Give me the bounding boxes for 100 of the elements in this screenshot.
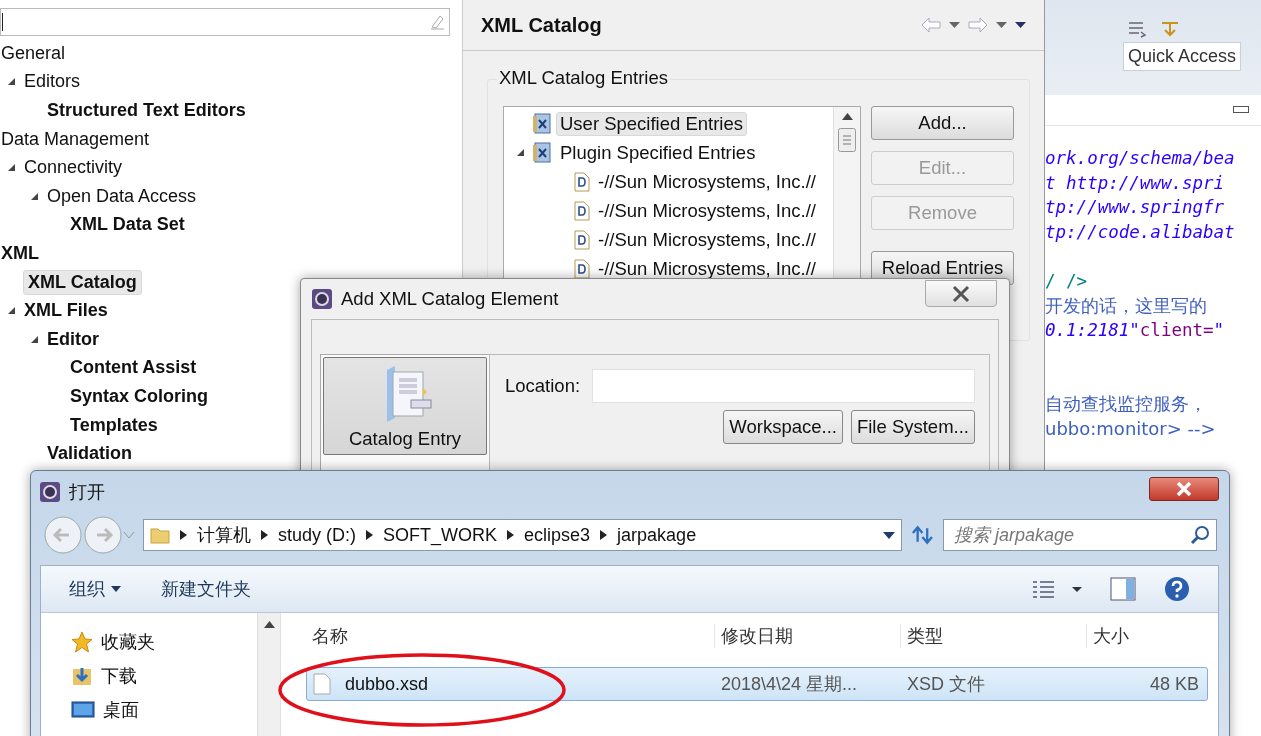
browse-button[interactable]: File System... xyxy=(850,410,975,444)
dtd-file-icon xyxy=(574,200,590,221)
app-icon xyxy=(39,481,61,503)
tree-item[interactable]: XML Catalog xyxy=(23,269,142,295)
file-cell-text: XSD 文件 xyxy=(906,673,986,696)
chevron-icon[interactable] xyxy=(180,530,187,540)
tree-item[interactable]: Validation xyxy=(46,441,138,467)
file-row[interactable]: dubbo.xsd 2018\4\24 星期... XSD 文件 48 KB xyxy=(306,667,1208,701)
dtd-file-icon xyxy=(574,258,590,279)
column-header[interactable]: 类型 xyxy=(900,624,1086,648)
catalog-entry[interactable]: -//Sun Microsystems, Inc.// xyxy=(594,227,820,252)
location-label: Location: xyxy=(505,375,581,397)
dropdown-icon[interactable] xyxy=(949,22,960,28)
search-icon[interactable] xyxy=(1190,525,1210,545)
tree-item[interactable]: Connectivity xyxy=(23,155,128,181)
catalog-entry[interactable]: User Specified Entries xyxy=(556,111,748,136)
scroll-up-icon[interactable] xyxy=(263,621,275,628)
dtd-file-icon xyxy=(574,229,590,250)
code-line: 0.1:2181"client=" xyxy=(1045,319,1226,343)
close-icon[interactable] xyxy=(950,284,972,303)
view-options-icon[interactable] xyxy=(1032,579,1082,599)
organize-menu[interactable]: 组织 xyxy=(69,577,121,601)
catalog-entry[interactable]: -//Sun Microsystems, Inc.// xyxy=(594,256,820,281)
expanded-arrow-icon[interactable] xyxy=(7,306,16,316)
desktop-icon xyxy=(71,700,95,720)
file-cell-text: 2018\4\24 星期... xyxy=(720,673,859,696)
address-bar[interactable]: 计算机 study (D:) SOFT_WORK eclipse3 jarpakage xyxy=(143,519,903,551)
tree-item[interactable]: XML Files xyxy=(23,298,113,324)
close-button[interactable] xyxy=(925,280,997,307)
view-menu-icon[interactable] xyxy=(1015,22,1026,28)
column-header[interactable]: 名称 xyxy=(306,624,714,648)
close-button[interactable] xyxy=(1149,477,1219,501)
download-folder-icon xyxy=(71,665,93,687)
location-field[interactable] xyxy=(592,369,975,403)
chevron-icon[interactable] xyxy=(507,530,515,540)
minimize-icon[interactable] xyxy=(1233,106,1249,114)
tree-item[interactable]: Editor xyxy=(46,326,104,352)
quick-access-field[interactable]: Quick Access xyxy=(1122,42,1241,71)
close-icon[interactable] xyxy=(1174,481,1194,497)
column-header[interactable]: 修改日期 xyxy=(714,624,900,648)
help-icon[interactable] xyxy=(1164,576,1190,602)
tree-item[interactable]: General xyxy=(0,40,71,66)
column-header[interactable]: 大小 xyxy=(1086,624,1206,648)
catalog-icon xyxy=(532,141,552,164)
catalog-entry[interactable]: Plugin Specified Entries xyxy=(556,140,760,165)
sidebar-item[interactable]: 收藏夹 xyxy=(101,630,155,654)
tree-item[interactable]: XML xyxy=(0,240,44,266)
refresh-icon[interactable] xyxy=(910,523,935,547)
dropdown-icon[interactable] xyxy=(996,22,1007,28)
browse-button[interactable]: Workspace... xyxy=(723,410,843,444)
catalog-entry[interactable]: -//Sun Microsystems, Inc.// xyxy=(594,198,820,223)
scroll-up-icon[interactable] xyxy=(841,113,853,120)
expanded-arrow-icon[interactable] xyxy=(30,334,39,344)
chevron-icon[interactable] xyxy=(600,530,608,540)
code-line: tp://www.springfr xyxy=(1045,196,1226,220)
breadcrumb[interactable]: jarpakage xyxy=(617,524,697,546)
code-line: t http://www.spri xyxy=(1045,171,1226,195)
app-icon xyxy=(311,288,333,310)
tree-item[interactable]: Templates xyxy=(69,412,163,438)
preview-pane-icon[interactable] xyxy=(1110,577,1136,601)
sidebar-item[interactable]: 桌面 xyxy=(103,698,139,722)
caret-icon[interactable] xyxy=(111,586,121,592)
catalog-icon xyxy=(532,112,552,135)
expanded-arrow-icon[interactable] xyxy=(30,191,39,201)
toolbar-icon[interactable] xyxy=(1127,20,1149,38)
dropdown-icon[interactable] xyxy=(883,531,896,539)
star-icon xyxy=(71,631,93,653)
folder-icon xyxy=(150,525,170,545)
file-icon xyxy=(313,673,331,695)
code-line: / /> xyxy=(1045,270,1089,294)
expanded-arrow-icon[interactable] xyxy=(7,77,16,87)
tree-item[interactable]: Structured Text Editors xyxy=(46,98,251,123)
breadcrumb[interactable]: 计算机 xyxy=(197,523,251,547)
chevron-icon[interactable] xyxy=(261,530,268,540)
code-line: tp://code.alibabat xyxy=(1045,221,1236,245)
sidebar-item[interactable]: 下载 xyxy=(101,664,137,688)
file-name: dubbo.xsd xyxy=(345,673,429,695)
chevron-icon[interactable] xyxy=(366,530,373,540)
type-item[interactable]: Catalog Entry xyxy=(323,357,487,455)
tree-item[interactable]: Content Assist xyxy=(69,355,202,381)
breadcrumb[interactable]: eclipse3 xyxy=(524,524,591,546)
file-cell-text: 48 KB xyxy=(1148,673,1200,695)
breadcrumb[interactable]: study (D:) xyxy=(278,524,356,546)
breadcrumb[interactable]: SOFT_WORK xyxy=(383,524,498,546)
dtd-file-icon xyxy=(574,171,590,192)
filter-field[interactable] xyxy=(0,8,450,36)
tree-item[interactable]: Data Management xyxy=(0,126,155,152)
expanded-arrow-icon[interactable] xyxy=(515,148,525,157)
code-line: ubbo:monitor> --> xyxy=(1045,417,1217,442)
catalog-button[interactable]: Add... xyxy=(871,106,1014,140)
new-folder-button[interactable]: 新建文件夹 xyxy=(161,577,251,601)
scroll-thumb[interactable] xyxy=(838,128,856,152)
tree-item[interactable]: Editors xyxy=(23,69,86,95)
catalog-entry[interactable]: -//Sun Microsystems, Inc.// xyxy=(594,169,820,194)
expanded-arrow-icon[interactable] xyxy=(7,163,16,173)
search-field[interactable]: 搜索 jarpakage xyxy=(943,519,1217,551)
code-line: 自动查找监控服务， xyxy=(1045,392,1208,417)
tree-item[interactable]: Syntax Coloring xyxy=(69,383,213,409)
tree-item[interactable]: Open Data Access xyxy=(46,183,202,209)
tree-item[interactable]: XML Data Set xyxy=(69,212,190,238)
